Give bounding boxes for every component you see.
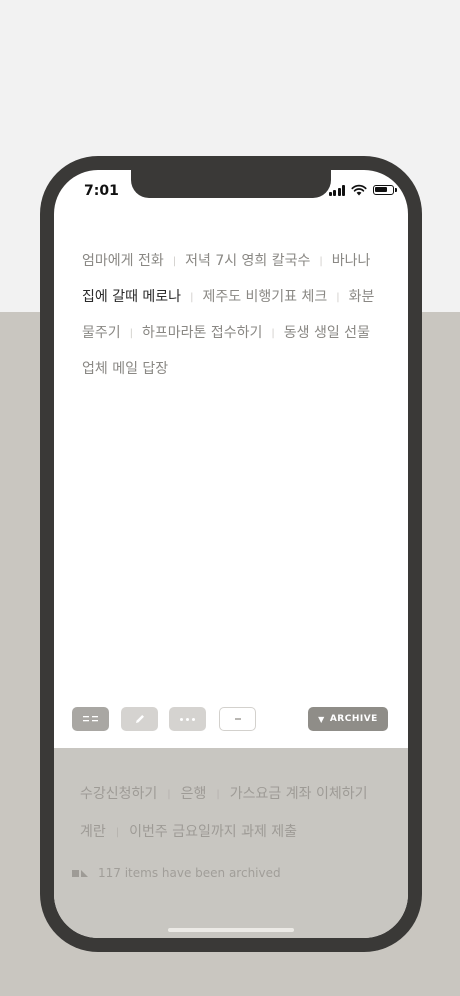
minus-button[interactable]: [219, 707, 256, 731]
separator: |: [167, 789, 171, 800]
task-item-active[interactable]: 집에 갈때 메로나: [82, 289, 181, 305]
task-item[interactable]: 엄마에게 전화: [82, 253, 164, 269]
list-view-button[interactable]: [72, 707, 109, 731]
task-item[interactable]: 하프마라톤 접수하기: [142, 325, 262, 341]
archive-count: 117 items have been archived: [72, 866, 281, 880]
phone-screen: 7:01 엄마에게 전화 | 저녁 7시 영희 칼국수 | 바나나 집에 갈때 메로나 |…: [54, 170, 408, 938]
battery-icon: [373, 185, 397, 195]
task-item[interactable]: 저녁 7시 영희 칼국수: [185, 253, 310, 269]
separator: |: [129, 328, 134, 339]
more-button[interactable]: [169, 707, 206, 731]
archive-button[interactable]: ▼ ARCHIVE: [308, 707, 388, 731]
archive-panel: 수강신청하기 | 은행 | 가스요금 계좌 이체하기 계란 | 이번주 금요일까지 과제 제…: [54, 748, 408, 938]
task-item[interactable]: 동생 생일 선물: [284, 325, 370, 341]
phone-frame: 7:01 엄마에게 전화 | 저녁 7시 영희 칼국수 | 바나나 집에 갈때 메로나 |…: [40, 156, 422, 952]
separator: |: [190, 292, 194, 303]
archived-item[interactable]: 이번주 금요일까지 과제 제출: [129, 824, 297, 840]
archived-item[interactable]: 계란: [80, 824, 106, 840]
task-item[interactable]: 화분: [349, 289, 375, 305]
signal-icon: [328, 184, 345, 196]
status-time: 7:01: [84, 183, 119, 199]
status-icons: [328, 184, 397, 196]
task-list: 엄마에게 전화 | 저녁 7시 영희 칼국수 | 바나나 집에 갈때 메로나 | 제주도 비…: [82, 244, 382, 387]
notch: [131, 170, 331, 198]
archived-list: 수강신청하기 | 은행 | 가스요금 계좌 이체하기 계란 | 이번주 금요일까지 과제 제…: [80, 776, 390, 852]
task-item[interactable]: 물주기: [82, 325, 121, 341]
triangle-down-icon: ▼: [318, 714, 325, 724]
task-item[interactable]: 바나나: [332, 253, 371, 269]
separator: |: [271, 328, 275, 339]
archived-item[interactable]: 은행: [181, 786, 207, 802]
archive-button-label: ARCHIVE: [329, 714, 378, 724]
task-item[interactable]: 업체 메일 답장: [82, 361, 168, 377]
archive-box-icon: [72, 869, 88, 877]
edit-button[interactable]: [121, 707, 158, 731]
home-indicator[interactable]: [168, 928, 294, 932]
archived-item[interactable]: 가스요금 계좌 이체하기: [230, 786, 368, 802]
wifi-icon: [351, 184, 367, 196]
separator: |: [216, 789, 220, 800]
separator: |: [172, 256, 177, 267]
pencil-icon: [135, 715, 144, 723]
more-icon: [180, 717, 195, 721]
list-icon: [82, 716, 98, 722]
separator: |: [336, 292, 340, 303]
archive-count-text: 117 items have been archived: [98, 866, 281, 880]
separator: |: [319, 256, 323, 267]
minus-icon: [234, 718, 241, 720]
archived-item[interactable]: 수강신청하기: [80, 786, 157, 802]
toolbar: ▼ ARCHIVE: [72, 707, 390, 731]
separator: |: [115, 827, 120, 838]
task-item[interactable]: 제주도 비행기표 체크: [202, 289, 327, 305]
